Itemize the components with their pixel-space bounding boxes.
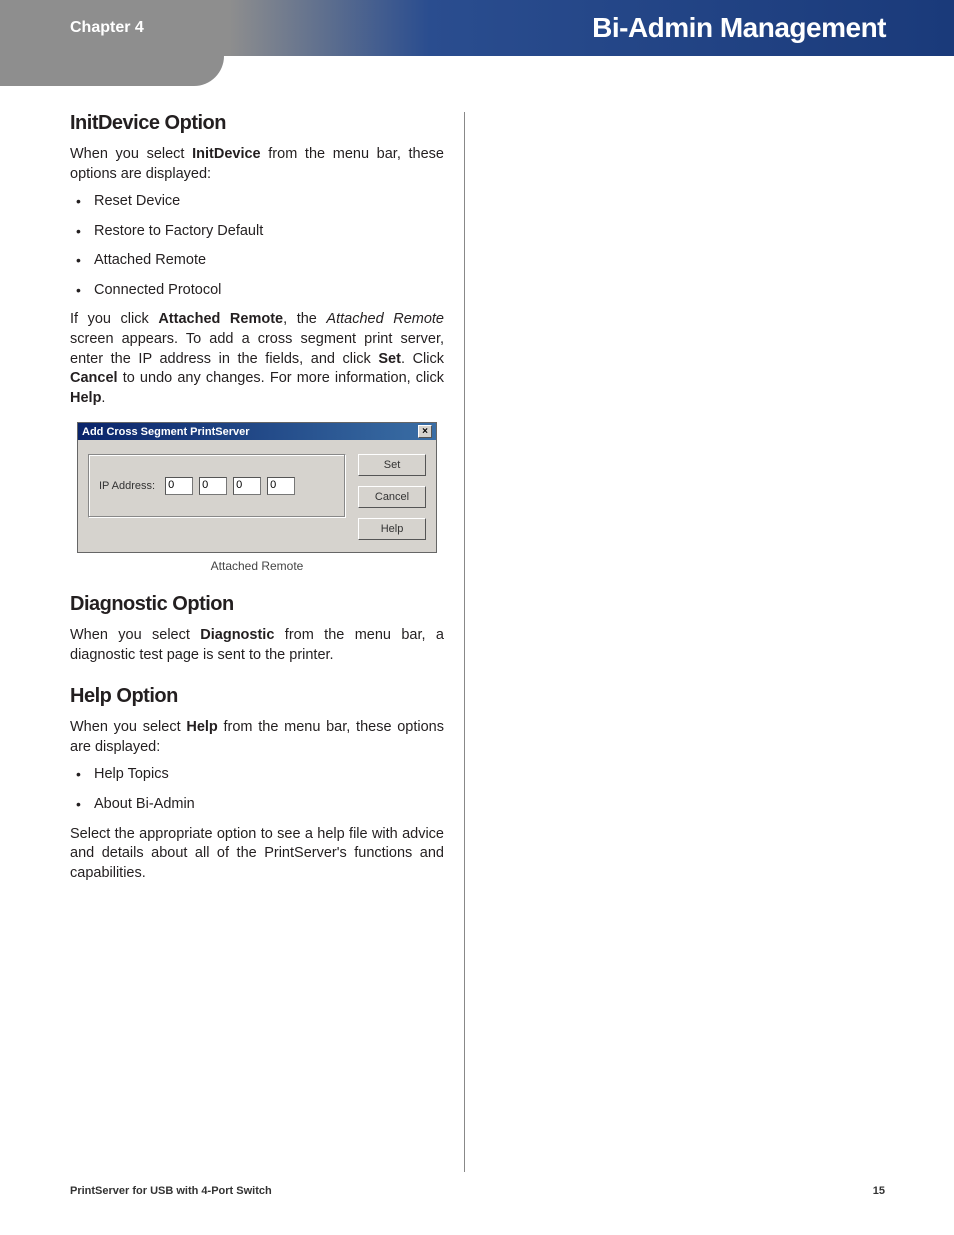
right-column <box>465 112 860 1172</box>
close-icon[interactable]: × <box>418 425 432 438</box>
dialog-titlebar: Add Cross Segment PrintServer × <box>78 423 436 440</box>
list-item: Help Topics <box>70 765 444 785</box>
ip-octet-1[interactable]: 0 <box>165 477 193 495</box>
help-heading: Help Option <box>70 685 444 708</box>
ip-octet-4[interactable]: 0 <box>267 477 295 495</box>
set-button[interactable]: Set <box>358 454 426 476</box>
initdevice-intro: When you select InitDevice from the menu… <box>70 145 444 184</box>
ip-address-group: IP Address: 0 0 0 0 <box>88 454 346 518</box>
initdevice-heading: InitDevice Option <box>70 112 444 135</box>
ip-octet-3[interactable]: 0 <box>233 477 261 495</box>
initdevice-list: Reset Device Restore to Factory Default … <box>70 192 444 300</box>
cancel-button[interactable]: Cancel <box>358 486 426 508</box>
left-column: InitDevice Option When you select InitDe… <box>70 112 465 1172</box>
list-item: About Bi-Admin <box>70 795 444 815</box>
help-outro: Select the appropriate option to see a h… <box>70 825 444 884</box>
attached-remote-dialog: Add Cross Segment PrintServer × IP Addre… <box>77 422 437 553</box>
help-button[interactable]: Help <box>358 518 426 540</box>
footer-page-number: 15 <box>873 1185 885 1197</box>
dialog-buttons: Set Cancel Help <box>358 454 426 540</box>
footer-product: PrintServer for USB with 4-Port Switch <box>70 1185 272 1197</box>
initdevice-details: If you click Attached Remote, the Attach… <box>70 310 444 408</box>
list-item: Attached Remote <box>70 251 444 271</box>
ip-octet-2[interactable]: 0 <box>199 477 227 495</box>
page-title: Bi-Admin Management <box>592 0 886 56</box>
chapter-label: Chapter 4 <box>0 0 224 56</box>
list-item: Restore to Factory Default <box>70 222 444 242</box>
diagnostic-text: When you select Diagnostic from the menu… <box>70 626 444 665</box>
attached-remote-figure: Add Cross Segment PrintServer × IP Addre… <box>70 422 444 573</box>
list-item: Connected Protocol <box>70 281 444 301</box>
page-header: Chapter 4 Bi-Admin Management <box>0 0 954 56</box>
ip-fields: 0 0 0 0 <box>165 477 295 495</box>
diagnostic-heading: Diagnostic Option <box>70 593 444 616</box>
page-body: InitDevice Option When you select InitDe… <box>70 112 885 1172</box>
help-intro: When you select Help from the menu bar, … <box>70 718 444 757</box>
dialog-body: IP Address: 0 0 0 0 Set Cancel Help <box>78 440 436 552</box>
ip-address-label: IP Address: <box>99 480 155 492</box>
help-list: Help Topics About Bi-Admin <box>70 765 444 814</box>
list-item: Reset Device <box>70 192 444 212</box>
chapter-tab-extension <box>0 56 224 86</box>
page-footer: PrintServer for USB with 4-Port Switch 1… <box>70 1185 885 1197</box>
figure-caption: Attached Remote <box>70 559 444 573</box>
dialog-title-text: Add Cross Segment PrintServer <box>82 426 250 438</box>
